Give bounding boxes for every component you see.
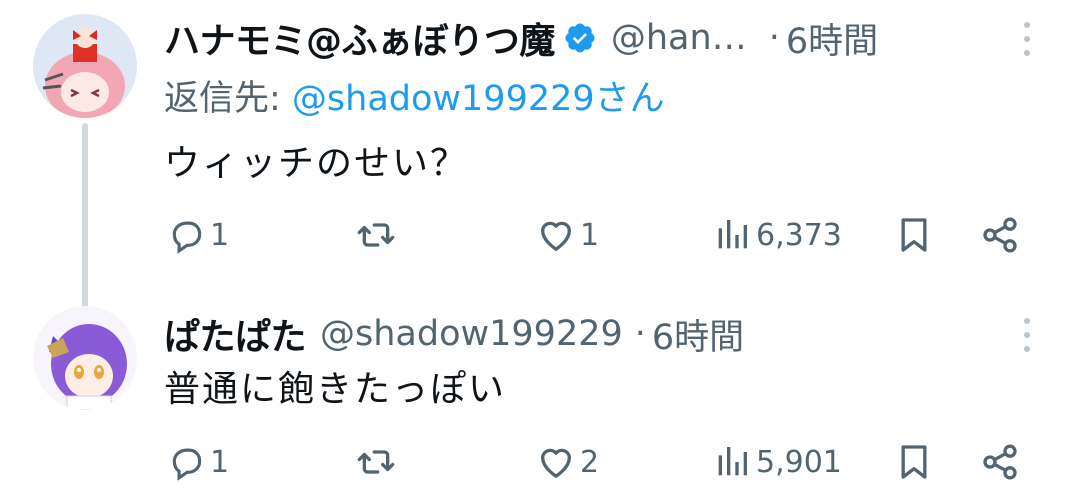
display-name[interactable]: ぱたぱた	[164, 308, 307, 360]
reply-count: 1	[210, 444, 230, 480]
reply-count: 1	[210, 217, 230, 253]
retweet-icon	[356, 442, 396, 482]
views-icon	[712, 442, 752, 482]
share-button[interactable]	[980, 437, 1020, 487]
bookmark-icon	[894, 215, 934, 255]
tweet-text: 普通に飽きたっぽい	[164, 369, 507, 410]
timestamp[interactable]: 6時間	[652, 309, 744, 360]
reply-to-label: 返信先:	[164, 79, 292, 119]
like-count: 1	[580, 217, 600, 253]
separator-dot: ·	[768, 18, 780, 58]
separator-dot: ·	[634, 314, 646, 354]
retweet-button[interactable]	[356, 437, 400, 487]
bookmark-button[interactable]	[894, 437, 934, 487]
share-icon	[980, 215, 1020, 255]
like-icon	[536, 215, 576, 255]
reply-button[interactable]: 1	[168, 210, 229, 260]
share-icon	[980, 442, 1020, 482]
views-count: 5,901	[756, 444, 842, 480]
tweet-header: ぱたぱた @shadow199229 · 6時間	[164, 310, 744, 358]
like-button[interactable]: 2	[536, 437, 599, 487]
reply-icon	[168, 443, 206, 481]
like-button[interactable]: 1	[536, 210, 599, 260]
reply-mention-link[interactable]: @shadow199229さん	[292, 79, 665, 119]
tweet-header: ハナモミ@ふぁぼりつ魔 @han… · 6時間	[164, 14, 878, 62]
avatar[interactable]	[33, 306, 137, 410]
tweet[interactable]: ぱたぱた @shadow199229 · 6時間 普通に飽きたっぽい 1 2 5…	[0, 290, 1080, 501]
tweet-text: ウィッチのせい？	[164, 143, 469, 184]
verified-badge-icon	[563, 21, 597, 55]
like-count: 2	[580, 444, 600, 480]
reply-icon	[168, 216, 206, 254]
share-button[interactable]	[980, 210, 1020, 260]
reply-to: 返信先: @shadow199229さん	[164, 70, 665, 121]
retweet-icon	[356, 215, 396, 255]
retweet-button[interactable]	[356, 210, 400, 260]
views-button[interactable]: 6,373	[712, 210, 842, 260]
thread-line	[82, 123, 88, 311]
display-name[interactable]: ハナモミ@ふぁぼりつ魔	[164, 12, 555, 64]
more-icon[interactable]	[1022, 318, 1032, 352]
reply-button[interactable]: 1	[168, 437, 229, 487]
like-icon	[536, 442, 576, 482]
action-bar: 1 1 6,373	[164, 210, 1044, 260]
avatar[interactable]	[33, 14, 137, 118]
more-icon[interactable]	[1022, 22, 1032, 56]
views-count: 6,373	[756, 217, 842, 253]
user-handle[interactable]: @shadow199229	[320, 314, 623, 354]
bookmark-button[interactable]	[894, 210, 934, 260]
timestamp[interactable]: 6時間	[786, 13, 878, 64]
views-button[interactable]: 5,901	[712, 437, 842, 487]
action-bar: 1 2 5,901	[164, 437, 1044, 487]
bookmark-icon	[894, 442, 934, 482]
tweet[interactable]: ハナモミ@ふぁぼりつ魔 @han… · 6時間 返信先: @shadow1992…	[0, 0, 1080, 311]
views-icon	[712, 215, 752, 255]
user-handle[interactable]: @han…	[611, 18, 747, 58]
